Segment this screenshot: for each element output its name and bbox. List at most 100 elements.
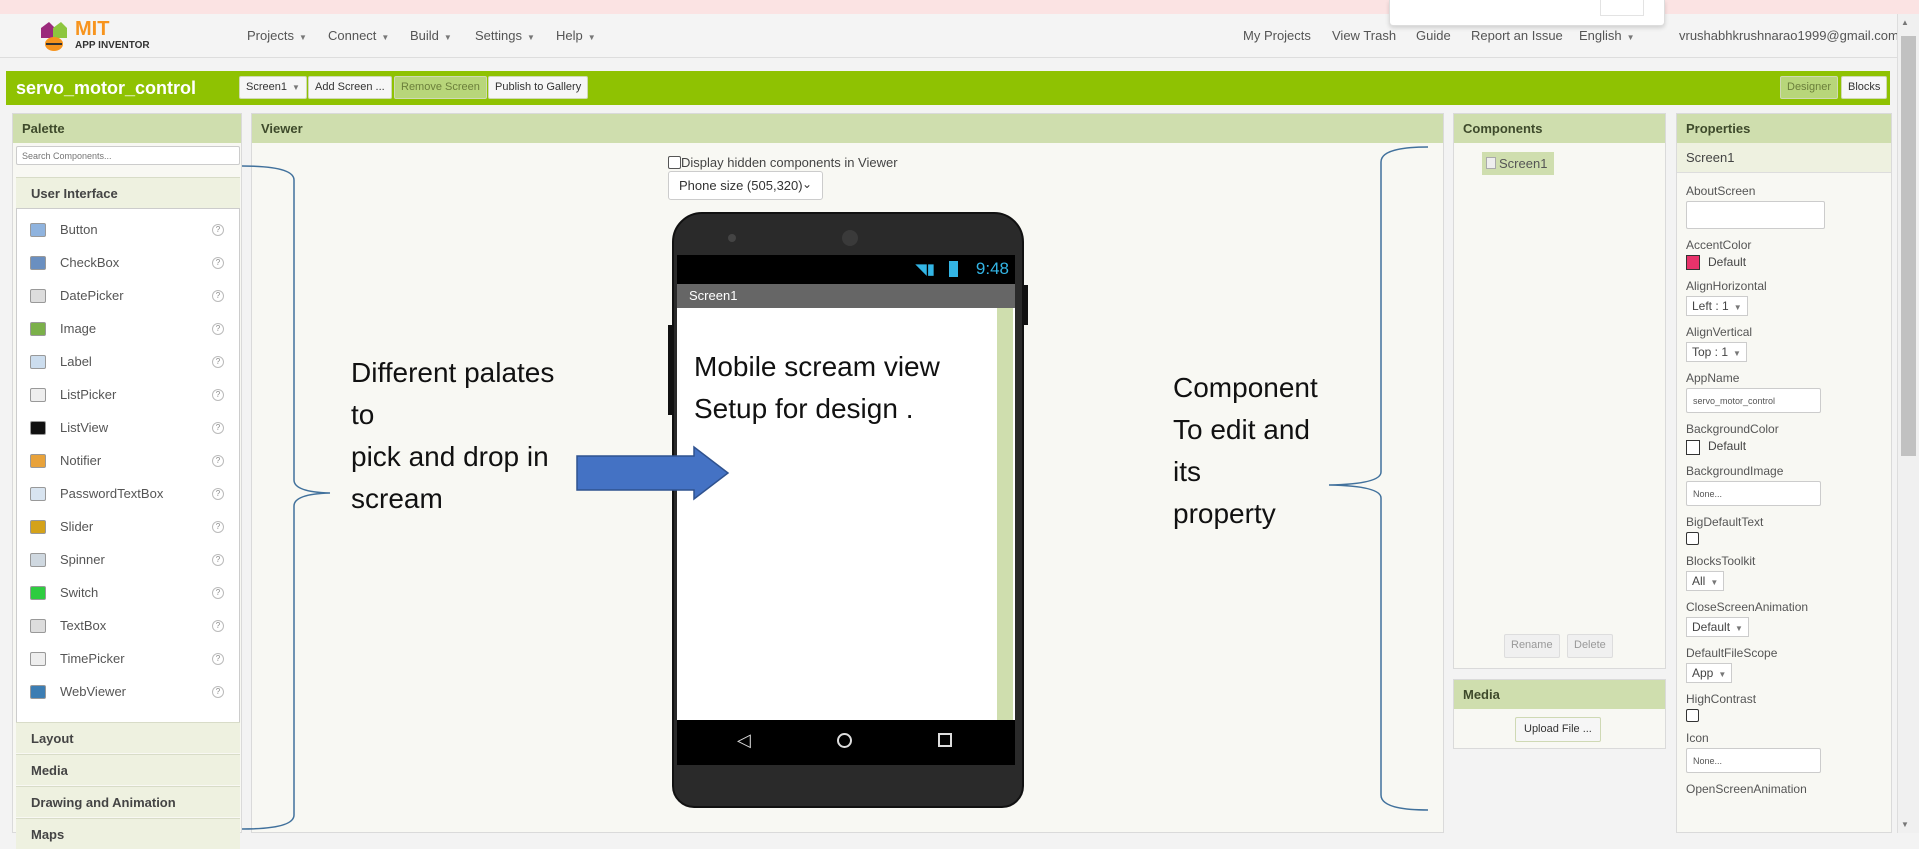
prop-label: BackgroundImage	[1686, 463, 1784, 478]
display-hidden-checkbox[interactable]	[668, 156, 681, 169]
tree-item-screen1[interactable]: Screen1	[1482, 152, 1554, 175]
help-icon[interactable]: ?	[212, 521, 224, 533]
high-contrast-checkbox[interactable]	[1686, 708, 1699, 722]
phone-nav-bar: ◁	[677, 720, 1015, 765]
menu-label: Settings	[475, 28, 522, 43]
help-icon[interactable]: ?	[212, 257, 224, 269]
category-user-interface[interactable]: User Interface	[16, 177, 240, 208]
project-title: servo_motor_control	[16, 78, 197, 98]
help-icon[interactable]: ?	[212, 290, 224, 302]
align-vertical-select[interactable]: Top : 1 ▼	[1686, 342, 1747, 363]
category-drawing-animation[interactable]: Drawing and Animation	[16, 786, 240, 817]
prop-value: Top : 1	[1692, 345, 1729, 360]
help-icon[interactable]: ?	[212, 455, 224, 467]
close-animation-select[interactable]: Default ▼	[1686, 616, 1749, 637]
app-name-input[interactable]: servo_motor_control	[1686, 388, 1821, 414]
palette-item-notifier[interactable]: Notifier?	[18, 445, 228, 478]
menu-connect[interactable]: Connect ▼	[328, 28, 389, 43]
help-icon[interactable]: ?	[212, 323, 224, 335]
palette-item-image[interactable]: Image?	[18, 313, 228, 346]
accent-color-picker[interactable]: Default	[1686, 255, 1882, 271]
prop-label: AlignVertical	[1686, 325, 1753, 340]
popup-button[interactable]	[1600, 0, 1644, 16]
category-layout[interactable]: Layout	[16, 722, 240, 753]
display-hidden-toggle[interactable]: Display hidden components in Viewer	[668, 155, 898, 170]
menu-label: Help	[556, 28, 583, 43]
link-guide[interactable]: Guide	[1416, 28, 1451, 43]
screen-title-bar: Screen1	[677, 284, 1015, 308]
category-maps[interactable]: Maps	[16, 818, 240, 849]
link-view-trash[interactable]: View Trash	[1332, 28, 1396, 43]
help-icon[interactable]: ?	[212, 587, 224, 599]
menu-language[interactable]: English ▼	[1579, 28, 1635, 43]
help-icon[interactable]: ?	[212, 686, 224, 698]
add-screen-button[interactable]: Add Screen ...	[308, 76, 392, 99]
prop-accent-color: AccentColor Default	[1686, 238, 1882, 271]
palette-item-spinner[interactable]: Spinner?	[18, 544, 228, 577]
big-default-text-checkbox[interactable]	[1686, 531, 1699, 545]
menu-account[interactable]: vrushabhkrushnarao1999@gmail.com▼	[1679, 28, 1912, 43]
help-icon[interactable]: ?	[212, 554, 224, 566]
menu-settings[interactable]: Settings ▼	[475, 28, 535, 43]
background-color-picker[interactable]: Default	[1686, 439, 1882, 455]
search-components-input[interactable]	[16, 146, 240, 165]
page-scrollbar[interactable]: ▲ ▼	[1897, 14, 1919, 833]
scroll-down-icon[interactable]: ▼	[1901, 820, 1909, 829]
menu-label: Connect	[328, 28, 377, 43]
palette-item-textbox[interactable]: TextBox?	[18, 610, 228, 643]
align-horizontal-select[interactable]: Left : 1 ▼	[1686, 296, 1748, 317]
palette-item-passwordtextbox[interactable]: PasswordTextBox?	[18, 478, 228, 511]
help-icon[interactable]: ?	[212, 422, 224, 434]
palette-item-label: PasswordTextBox	[60, 486, 164, 501]
designer-button[interactable]: Designer	[1780, 76, 1839, 99]
tree-item-label: Screen1	[1499, 156, 1548, 171]
phone-size-select[interactable]: Phone size (505,320) ⌄	[668, 171, 823, 200]
background-image-picker[interactable]: None...	[1686, 480, 1821, 506]
scrollbar-thumb[interactable]	[1901, 36, 1916, 456]
help-icon[interactable]: ?	[212, 389, 224, 401]
palette-item-timepicker[interactable]: TimePicker?	[18, 643, 228, 676]
help-icon[interactable]: ?	[212, 356, 224, 368]
prop-value: Default	[1708, 439, 1747, 454]
annotation-line: its	[1173, 456, 1201, 487]
screen-select[interactable]: Screen1 ▼	[239, 76, 307, 99]
publish-gallery-button[interactable]: Publish to Gallery	[488, 76, 589, 99]
upload-file-button[interactable]: Upload File ...	[1515, 717, 1601, 742]
link-my-projects[interactable]: My Projects	[1243, 28, 1311, 43]
palette-item-listpicker[interactable]: ListPicker?	[18, 379, 228, 412]
prop-big-default-text: BigDefaultText	[1686, 515, 1882, 545]
blocks-button[interactable]: Blocks	[1841, 76, 1888, 99]
file-scope-select[interactable]: App ▼	[1686, 662, 1733, 683]
help-icon[interactable]: ?	[212, 224, 224, 236]
rename-button[interactable]: Rename	[1504, 634, 1560, 658]
help-icon[interactable]: ?	[212, 620, 224, 632]
annotation-components: Component To edit and its property	[1173, 367, 1318, 535]
link-report-issue[interactable]: Report an Issue	[1471, 28, 1563, 43]
palette-item-label[interactable]: Label?	[18, 346, 228, 379]
help-icon[interactable]: ?	[212, 488, 224, 500]
palette-item-button[interactable]: Button?	[18, 214, 228, 247]
blocks-toolkit-select[interactable]: All ▼	[1686, 570, 1725, 591]
category-media[interactable]: Media	[16, 754, 240, 785]
menu-help[interactable]: Help ▼	[556, 28, 596, 43]
screen-select-label: Screen1	[246, 81, 287, 93]
palette-item-switch[interactable]: Switch?	[18, 577, 228, 610]
scroll-up-icon[interactable]: ▲	[1901, 18, 1909, 27]
menu-build[interactable]: Build ▼	[410, 28, 452, 43]
caret-down-icon: ▼	[1733, 303, 1742, 313]
palette-item-slider[interactable]: Slider?	[18, 511, 228, 544]
palette-item-listview[interactable]: ListView?	[18, 412, 228, 445]
app-inventor-logo[interactable]: MIT APP INVENTOR	[37, 18, 167, 54]
palette-item-label: CheckBox	[60, 255, 120, 270]
palette-item-checkbox[interactable]: CheckBox?	[18, 247, 228, 280]
delete-button[interactable]: Delete	[1567, 634, 1613, 658]
menu-projects[interactable]: Projects ▼	[247, 28, 307, 43]
remove-screen-button[interactable]: Remove Screen	[394, 76, 487, 99]
help-icon[interactable]: ?	[212, 653, 224, 665]
icon-picker[interactable]: None...	[1686, 747, 1821, 773]
about-screen-textarea[interactable]	[1686, 201, 1825, 229]
prop-blocks-toolkit: BlocksToolkit All ▼	[1686, 554, 1882, 591]
palette-item-datepicker[interactable]: DatePicker?	[18, 280, 228, 313]
prop-app-name: AppName servo_motor_control	[1686, 371, 1882, 414]
palette-item-webviewer[interactable]: WebViewer?	[18, 676, 228, 709]
